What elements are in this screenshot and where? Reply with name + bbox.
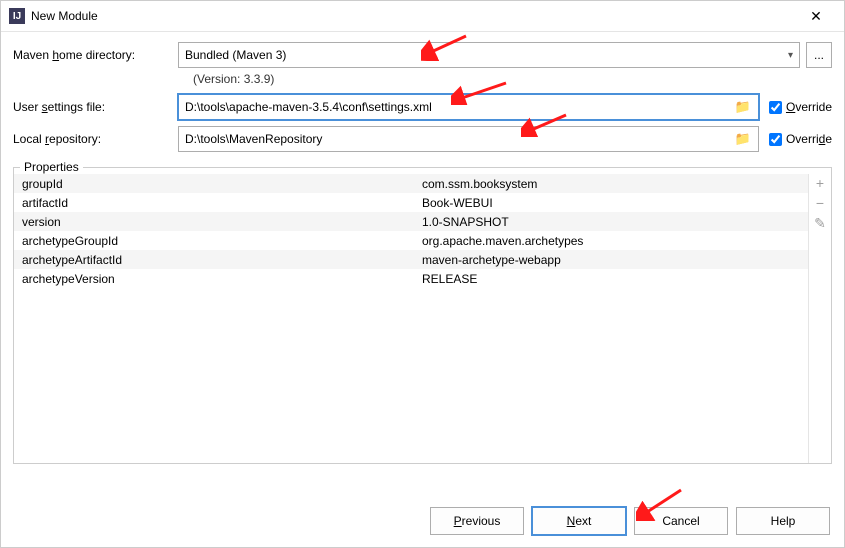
close-button[interactable]: ✕ — [796, 8, 836, 25]
maven-home-browse-button[interactable]: ... — [806, 42, 832, 68]
window-title: New Module — [31, 9, 796, 23]
repo-override-checkbox[interactable]: Override — [769, 132, 832, 146]
settings-file-input[interactable]: D:\tools\apache-maven-3.5.4\conf\setting… — [178, 94, 759, 120]
property-key: archetypeGroupId — [14, 234, 422, 248]
help-button[interactable]: Help — [736, 507, 830, 535]
button-bar: Previous Next Cancel Help — [430, 507, 830, 535]
property-key: artifactId — [14, 196, 422, 210]
settings-file-label: User settings file: — [13, 100, 178, 114]
add-button[interactable]: + — [816, 176, 824, 190]
maven-home-row: Maven home directory: Bundled (Maven 3) … — [13, 42, 832, 68]
property-key: archetypeVersion — [14, 272, 422, 286]
property-key: groupId — [14, 177, 422, 191]
property-value: maven-archetype-webapp — [422, 253, 808, 267]
property-value: com.ssm.booksystem — [422, 177, 808, 191]
new-module-dialog: IJ New Module ✕ Maven home directory: Bu… — [0, 0, 845, 548]
property-row[interactable]: artifactIdBook-WEBUI — [14, 193, 808, 212]
maven-home-label: Maven home directory: — [13, 48, 178, 62]
property-row[interactable]: archetypeVersionRELEASE — [14, 269, 808, 288]
settings-file-value: D:\tools\apache-maven-3.5.4\conf\setting… — [185, 100, 734, 114]
remove-button[interactable]: − — [816, 196, 824, 210]
folder-icon[interactable]: 📁 — [734, 99, 752, 115]
property-key: archetypeArtifactId — [14, 253, 422, 267]
properties-table[interactable]: groupIdcom.ssm.booksystemartifactIdBook-… — [14, 174, 808, 463]
maven-version-text: (Version: 3.3.9) — [193, 72, 832, 86]
app-icon: IJ — [9, 8, 25, 24]
repo-override-input[interactable] — [769, 133, 782, 146]
local-repo-input[interactable]: D:\tools\MavenRepository 📁 — [178, 126, 759, 152]
maven-home-combo[interactable]: Bundled (Maven 3) ▾ — [178, 42, 800, 68]
settings-override-checkbox[interactable]: Override — [769, 100, 832, 114]
property-key: version — [14, 215, 422, 229]
settings-override-input[interactable] — [769, 101, 782, 114]
cancel-button[interactable]: Cancel — [634, 507, 728, 535]
property-row[interactable]: archetypeArtifactIdmaven-archetype-webap… — [14, 250, 808, 269]
properties-toolbar: + − ✎ — [808, 174, 831, 463]
chevron-down-icon: ▾ — [788, 50, 793, 61]
content-area: Maven home directory: Bundled (Maven 3) … — [1, 32, 844, 464]
settings-file-row: User settings file: D:\tools\apache-mave… — [13, 94, 832, 120]
maven-home-value: Bundled (Maven 3) — [185, 48, 788, 62]
edit-button[interactable]: ✎ — [814, 216, 826, 230]
property-value: RELEASE — [422, 272, 808, 286]
property-value: Book-WEBUI — [422, 196, 808, 210]
property-value: 1.0-SNAPSHOT — [422, 215, 808, 229]
property-row[interactable]: archetypeGroupIdorg.apache.maven.archety… — [14, 231, 808, 250]
property-value: org.apache.maven.archetypes — [422, 234, 808, 248]
properties-legend: Properties — [20, 160, 83, 174]
local-repo-label: Local repository: — [13, 132, 178, 146]
title-bar: IJ New Module ✕ — [1, 1, 844, 32]
property-row[interactable]: groupIdcom.ssm.booksystem — [14, 174, 808, 193]
local-repo-row: Local repository: D:\tools\MavenReposito… — [13, 126, 832, 152]
properties-panel: Properties groupIdcom.ssm.booksystemarti… — [13, 160, 832, 464]
property-row[interactable]: version1.0-SNAPSHOT — [14, 212, 808, 231]
folder-icon[interactable]: 📁 — [734, 131, 752, 147]
previous-button[interactable]: Previous — [430, 507, 524, 535]
next-button[interactable]: Next — [532, 507, 626, 535]
local-repo-value: D:\tools\MavenRepository — [185, 132, 734, 146]
